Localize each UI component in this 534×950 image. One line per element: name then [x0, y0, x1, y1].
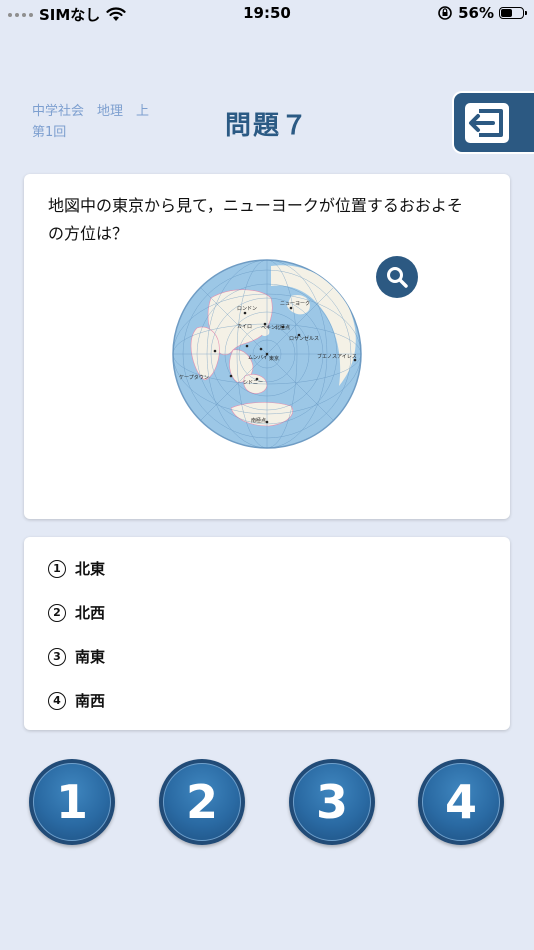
orientation-lock-icon: [438, 6, 452, 20]
option-1: 1 北東: [48, 558, 105, 579]
question-text: 地図中の東京から見て，ニューヨークが位置するおおよそ の方位は？: [48, 192, 488, 248]
option-label: 北東: [75, 560, 106, 578]
world-map-image: ロンドン ペキン ニューヨーク 北極点 ロサンゼルス カイロ ムンバイ 東京 ケ…: [172, 259, 362, 449]
option-number: 4: [48, 691, 66, 710]
option-number: 2: [48, 603, 66, 622]
answer-button-4[interactable]: 4: [418, 759, 504, 845]
answer-button-digit: 3: [315, 775, 348, 829]
map-label-northpole: 北極点: [275, 324, 290, 331]
answer-options-card: 1 北東 2 北西 3 南東 4 南西: [24, 537, 510, 730]
status-right: 56%: [437, 4, 527, 22]
quiz-screen: SIMなし 19:50 56% 中学社会 地理 上 第1回 問題７ 地図中の東京…: [0, 0, 534, 950]
question-line-1: 地図中の東京から見て，ニューヨークが位置するおおよそ: [48, 196, 463, 215]
option-2: 2 北西: [48, 602, 105, 623]
option-label: 南東: [75, 648, 106, 666]
map-label-london: ロンドン: [237, 306, 257, 312]
answer-button-digit: 4: [444, 775, 477, 829]
option-number: 1: [48, 559, 66, 578]
map-label-capetown: ケープタウン: [179, 374, 209, 381]
map-label-tokyo: 東京: [269, 355, 279, 362]
map-label-beijing: ペキン: [261, 325, 276, 331]
battery-percent: 56%: [458, 4, 494, 22]
map-label-newyork: ニューヨーク: [280, 301, 310, 307]
question-line-2: の方位は？: [48, 224, 129, 243]
option-label: 南西: [75, 692, 106, 710]
answer-button-digit: 1: [55, 775, 88, 829]
map-label-sydney: シドニー: [243, 380, 263, 386]
exit-icon: [465, 103, 509, 143]
map-label-southpole: 南極点: [251, 417, 266, 424]
map-label-cairo: カイロ: [237, 324, 252, 330]
option-4: 4 南西: [48, 690, 105, 711]
question-card: 地図中の東京から見て，ニューヨークが位置するおおよそ の方位は？ ロンドン ペキ…: [24, 174, 510, 519]
status-bar: SIMなし 19:50 56%: [0, 0, 534, 28]
answer-button-2[interactable]: 2: [159, 759, 245, 845]
map-label-mumbai: ムンバイ: [248, 355, 268, 361]
battery-icon: [499, 7, 527, 19]
map-label-losangeles: ロサンゼルス: [289, 335, 319, 342]
answer-button-1[interactable]: 1: [29, 759, 115, 845]
option-number: 3: [48, 647, 66, 666]
exit-button[interactable]: [452, 91, 534, 154]
answer-button-digit: 2: [185, 775, 218, 829]
map-label-buenosaires: ブエノスアイレス: [317, 353, 357, 360]
magnifier-icon: [387, 267, 408, 288]
zoom-button[interactable]: [376, 256, 418, 298]
option-label: 北西: [75, 604, 106, 622]
answer-button-3[interactable]: 3: [289, 759, 375, 845]
option-3: 3 南東: [48, 646, 105, 667]
